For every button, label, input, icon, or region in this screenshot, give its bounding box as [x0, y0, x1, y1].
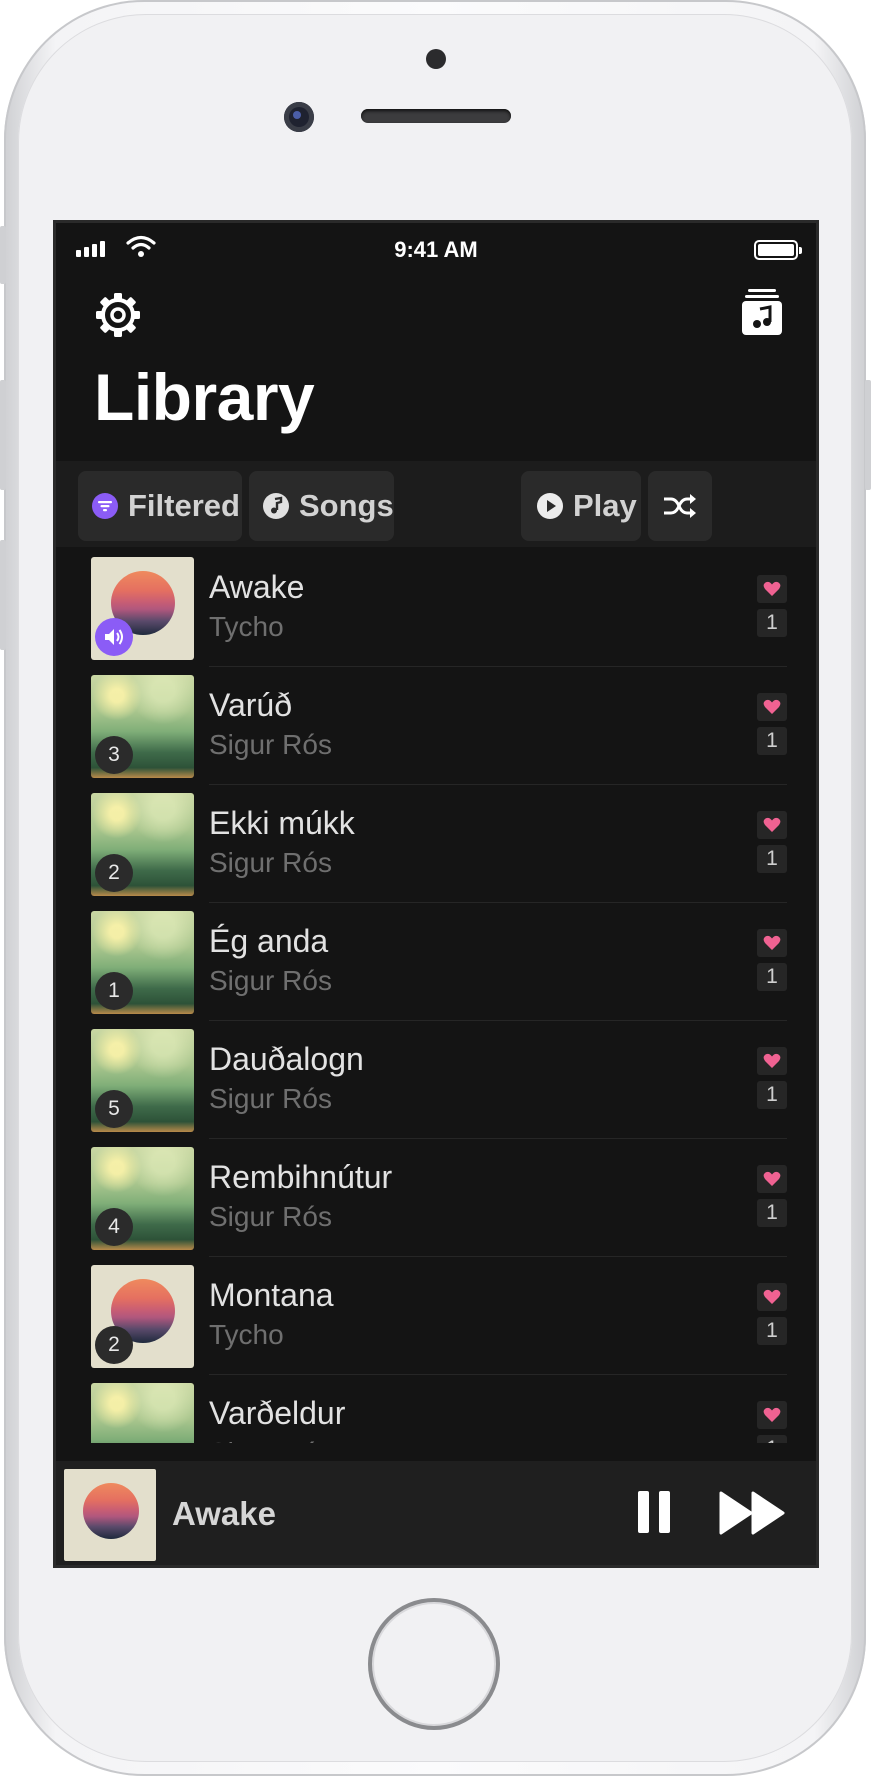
album-artwork: 5 [91, 1029, 194, 1132]
album-artwork: 2 [91, 1265, 194, 1368]
shuffle-icon [664, 494, 696, 518]
song-row[interactable]: 1 Ég anda Sigur Rós 1 [91, 901, 787, 1021]
music-note-icon [263, 493, 289, 519]
proximity-sensor [426, 49, 446, 69]
rating-count: 1 [757, 727, 787, 755]
rating-count: 1 [757, 1317, 787, 1345]
music-library-icon[interactable] [742, 287, 782, 335]
album-artwork: 3 [91, 675, 194, 778]
song-row[interactable]: 5 Dauðalogn Sigur Rós 1 [91, 1019, 787, 1139]
song-row[interactable]: 3 Varúð Sigur Rós 1 [91, 665, 787, 785]
heart-icon[interactable] [757, 575, 787, 603]
rating-count: 1 [757, 1435, 787, 1443]
earpiece-speaker [361, 109, 511, 123]
page-title: Library [94, 360, 315, 434]
song-artist: Sigur Rós [209, 847, 332, 878]
pause-icon[interactable] [636, 1489, 672, 1535]
play-count-badge: 2 [95, 854, 133, 892]
album-artwork: 4 [91, 1147, 194, 1250]
battery-icon [754, 240, 802, 260]
rating-count: 1 [757, 845, 787, 873]
song-row[interactable]: 4 Rembihnútur Sigur Rós 1 [91, 1137, 787, 1257]
now-playing-title: Awake [172, 1495, 276, 1532]
filtered-label: Filtered [128, 488, 240, 523]
song-row[interactable]: 2 Ekki múkk Sigur Rós 1 [91, 783, 787, 903]
now-playing-bar[interactable]: Awake [56, 1461, 816, 1565]
song-row[interactable]: Varðeldur Sigur Rós 1 [91, 1373, 787, 1443]
play-icon [537, 493, 563, 519]
album-artwork: 2 [91, 793, 194, 896]
heart-icon[interactable] [757, 693, 787, 721]
song-artist: Tycho [209, 611, 284, 642]
speaker-icon [95, 618, 133, 656]
play-count-badge: 3 [95, 736, 133, 774]
song-row[interactable]: Awake Tycho 1 [91, 547, 787, 667]
play-label: Play [573, 488, 637, 523]
album-artwork: 1 [91, 911, 194, 1014]
fast-forward-icon[interactable] [719, 1491, 787, 1535]
status-time: 9:41 AM [394, 237, 478, 262]
rating-count: 1 [757, 1199, 787, 1227]
song-title: Varúð [209, 687, 293, 723]
song-artist: Sigur Rós [209, 1437, 332, 1443]
song-row[interactable]: 2 Montana Tycho 1 [91, 1255, 787, 1375]
heart-icon[interactable] [757, 1047, 787, 1075]
song-artist: Sigur Rós [209, 965, 332, 996]
shuffle-button[interactable] [648, 471, 712, 541]
status-bar: 9:41 AM [56, 223, 816, 273]
song-title: Dauðalogn [209, 1041, 364, 1077]
play-count-badge: 2 [95, 1326, 133, 1364]
side-button-volume-down [0, 540, 6, 650]
now-playing-artwork [64, 1469, 156, 1561]
album-artwork [91, 557, 194, 660]
home-button[interactable] [368, 1598, 500, 1730]
song-title: Ég anda [209, 923, 329, 959]
songs-label: Songs [299, 488, 394, 523]
song-title: Ekki múkk [209, 805, 355, 841]
gear-icon[interactable] [94, 291, 142, 339]
song-artist: Sigur Rós [209, 729, 332, 760]
song-artist: Sigur Rós [209, 1083, 332, 1114]
library-toolbar: Filtered Songs Play [56, 461, 816, 547]
side-button-volume-up [0, 380, 6, 490]
play-count-badge: 1 [95, 972, 133, 1010]
side-button-power [865, 380, 871, 490]
song-artist: Sigur Rós [209, 1201, 332, 1232]
heart-icon[interactable] [757, 1165, 787, 1193]
rating-count: 1 [757, 963, 787, 991]
song-title: Awake [209, 569, 305, 605]
play-count-badge: 5 [95, 1090, 133, 1128]
app-screen: 9:41 AM Library Filtered Songs Play Awak… [53, 220, 819, 1568]
song-list: Awake Tycho 1 3 Varúð Sigur Rós 1 2 Ekki múkk Sig… [56, 547, 816, 1443]
rating-count: 1 [757, 1081, 787, 1109]
song-title: Rembihnútur [209, 1159, 393, 1195]
front-camera [284, 102, 314, 132]
filter-icon [92, 493, 118, 519]
song-artist: Tycho [209, 1319, 284, 1350]
filtered-button[interactable]: Filtered [78, 471, 242, 541]
heart-icon[interactable] [757, 1401, 787, 1429]
heart-icon[interactable] [757, 1283, 787, 1311]
songs-button[interactable]: Songs [249, 471, 394, 541]
rating-count: 1 [757, 609, 787, 637]
heart-icon[interactable] [757, 811, 787, 839]
song-title: Montana [209, 1277, 334, 1313]
play-count-badge: 4 [95, 1208, 133, 1246]
side-button-mute [0, 226, 6, 284]
album-artwork [91, 1383, 194, 1443]
play-button[interactable]: Play [521, 471, 641, 541]
heart-icon[interactable] [757, 929, 787, 957]
song-title: Varðeldur [209, 1395, 346, 1431]
